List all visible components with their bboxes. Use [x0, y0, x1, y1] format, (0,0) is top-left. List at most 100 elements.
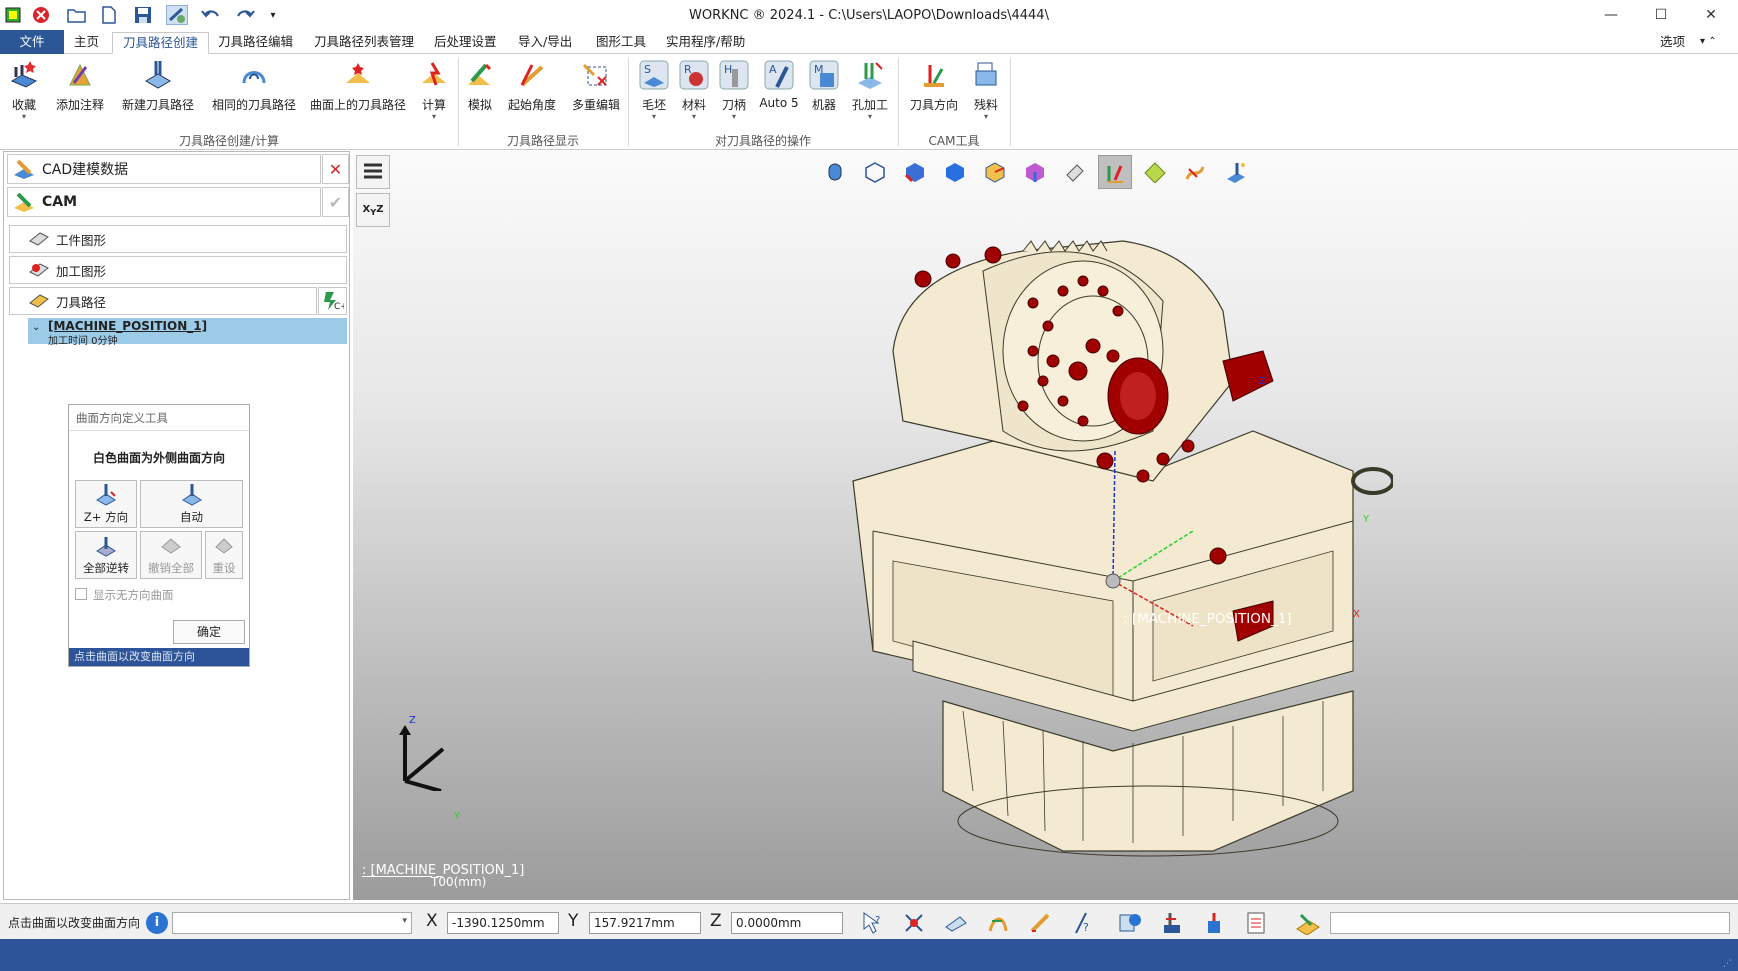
- open-folder-icon[interactable]: [66, 5, 88, 25]
- reverse-all-button[interactable]: 全部逆转: [75, 531, 137, 579]
- select-query-icon[interactable]: ?: [858, 909, 886, 937]
- start-angle-icon: [515, 58, 549, 92]
- same-toolpath-button[interactable]: 相同的刀具路径: [208, 58, 300, 130]
- tool-holder-icon[interactable]: [1200, 909, 1228, 937]
- machine-tool-icon[interactable]: [1158, 909, 1186, 937]
- help-slash-icon[interactable]: ?: [1068, 909, 1096, 937]
- ok-button[interactable]: 确定: [173, 620, 245, 644]
- new-file-icon[interactable]: [98, 5, 120, 25]
- options-menu[interactable]: 选项: [1660, 32, 1685, 54]
- x-coord-field[interactable]: -1390.1250mm: [447, 912, 559, 934]
- 3d-viewport[interactable]: XYZ Z Y X: [MACHINE_POSITION_1] Z Y: […: [353, 151, 1738, 900]
- info-icon[interactable]: i: [146, 912, 168, 934]
- view-solid-cube-icon[interactable]: [938, 155, 972, 189]
- curve-tool-icon[interactable]: [984, 909, 1012, 937]
- tab-toolpath-list[interactable]: 刀具路径列表管理: [304, 32, 424, 54]
- new-toolpath-quick-button[interactable]: C+: [318, 287, 347, 315]
- show-unoriented-checkbox[interactable]: [75, 588, 87, 600]
- y-coord-field[interactable]: 157.9217mm: [589, 912, 701, 934]
- tree-item-toolpath[interactable]: 刀具路径: [9, 287, 317, 315]
- start-angle-label: 起始角度: [507, 98, 556, 112]
- remaining-stock-button[interactable]: 残料 ▾: [968, 58, 1004, 130]
- report-icon[interactable]: [1242, 909, 1270, 937]
- undo-icon[interactable]: [200, 5, 222, 25]
- tab-toolpath-create[interactable]: 刀具路径创建: [112, 32, 210, 54]
- tab-import-export[interactable]: 导入/导出: [508, 32, 582, 54]
- svg-text:?: ?: [1083, 921, 1089, 934]
- cad-close-button[interactable]: ✕: [322, 154, 349, 184]
- favorites-button[interactable]: 收藏 ▾: [4, 58, 44, 130]
- reset-button[interactable]: 重设: [205, 531, 243, 579]
- tab-utilities-help[interactable]: 实用程序/帮助: [656, 32, 755, 54]
- resize-grip-icon[interactable]: ⋰: [1723, 959, 1732, 969]
- tab-postprocess[interactable]: 后处理设置: [424, 32, 507, 54]
- collapse-chevron-icon[interactable]: ⌄: [32, 322, 40, 333]
- view-color-cube-icon[interactable]: [1018, 155, 1052, 189]
- cam-confirm-button[interactable]: ✔: [322, 187, 349, 217]
- tab-home[interactable]: 主页: [64, 32, 109, 54]
- undo-all-button[interactable]: 撤销全部: [140, 531, 202, 579]
- ribbon-collapse-icon[interactable]: ▾ ⌃: [1700, 32, 1717, 54]
- tree-item-machine-position[interactable]: ⌄ [MACHINE_POSITION_1] 加工时间 0分钟: [28, 318, 347, 347]
- auto-direction-button[interactable]: 自动: [140, 480, 243, 528]
- minimize-button[interactable]: —: [1586, 0, 1636, 30]
- z-coord-field[interactable]: 0.0000mm: [731, 912, 843, 934]
- view-shaded-cube-icon[interactable]: [978, 155, 1012, 189]
- tree-item-machining-geometry[interactable]: 加工图形: [9, 256, 347, 284]
- tab-file[interactable]: 文件: [0, 30, 64, 54]
- tab-graphic-tools[interactable]: 图形工具: [586, 32, 656, 54]
- tool-direction-icon: [917, 58, 951, 92]
- machine-button[interactable]: M 机器: [806, 58, 842, 130]
- redo-icon[interactable]: [234, 5, 256, 25]
- surface-toolpath-label: 曲面上的刀具路径: [309, 98, 406, 112]
- close-file-icon[interactable]: [30, 5, 52, 25]
- model-info-icon[interactable]: [1116, 909, 1144, 937]
- save-icon[interactable]: [132, 5, 154, 25]
- hole-machining-label: 孔加工: [851, 98, 888, 112]
- measure-icon[interactable]: [942, 909, 970, 937]
- new-toolpath-button[interactable]: 新建刀具路径: [120, 58, 196, 130]
- surface-toolpath-button[interactable]: 曲面上的刀具路径: [308, 58, 408, 130]
- toolpath-settings-icon[interactable]: [166, 5, 188, 25]
- add-annotation-button[interactable]: 添加注释: [52, 58, 108, 130]
- message-field[interactable]: [1330, 912, 1730, 934]
- z-plus-direction-button[interactable]: Z+ 方向: [75, 480, 137, 528]
- view-eraser-icon[interactable]: [1058, 155, 1092, 189]
- command-dropdown[interactable]: ▾: [172, 912, 412, 934]
- calculate-button[interactable]: 计算 ▾: [414, 58, 454, 130]
- pen-tool-icon[interactable]: [1026, 909, 1054, 937]
- cam-header[interactable]: CAM: [7, 187, 321, 217]
- view-tool-icon[interactable]: [1218, 155, 1252, 189]
- view-menu-button[interactable]: [356, 155, 390, 189]
- hole-machining-button[interactable]: 孔加工 ▾: [848, 58, 892, 130]
- stock-button[interactable]: S 毛坯 ▾: [636, 58, 672, 130]
- view-surface-icon[interactable]: [1138, 155, 1172, 189]
- axis-view-button[interactable]: XYZ: [356, 193, 390, 227]
- tree-item-workpiece[interactable]: 工件图形: [9, 225, 347, 253]
- multi-edit-button[interactable]: 多重编辑: [570, 58, 622, 130]
- machine-model[interactable]: [833, 231, 1393, 871]
- start-angle-button[interactable]: 起始角度: [506, 58, 558, 130]
- remaining-stock-icon: [969, 58, 1003, 92]
- title-bar: ▾ WORKNC ® 2024.1 - C:\Users\LAOPO\Downl…: [0, 0, 1738, 30]
- cad-data-header[interactable]: CAD建模数据: [7, 154, 321, 184]
- tool-direction-button[interactable]: 刀具方向: [906, 58, 962, 130]
- view-wire-cube-icon[interactable]: [858, 155, 892, 189]
- holder-button[interactable]: H 刀柄 ▾: [716, 58, 752, 130]
- point-pick-icon[interactable]: [900, 909, 928, 937]
- simulate-button[interactable]: 模拟: [462, 58, 498, 130]
- close-button[interactable]: ✕: [1686, 0, 1736, 30]
- toolpath-status-icon[interactable]: [1294, 909, 1322, 937]
- customize-quick-access-icon[interactable]: ▾: [262, 5, 284, 25]
- cam-label: CAM: [42, 194, 78, 210]
- svg-text:C+: C+: [334, 302, 344, 310]
- view-path-icon[interactable]: [1178, 155, 1212, 189]
- view-direction-toggle-icon[interactable]: [1098, 155, 1132, 189]
- auto5-button[interactable]: A Auto 5: [756, 58, 802, 130]
- view-section-cube-icon[interactable]: [898, 155, 932, 189]
- view-cylinder-icon[interactable]: [818, 155, 852, 189]
- new-toolpath-icon: [141, 58, 175, 92]
- material-button[interactable]: R 材料 ▾: [676, 58, 712, 130]
- maximize-button[interactable]: ☐: [1636, 0, 1686, 30]
- tab-toolpath-edit[interactable]: 刀具路径编辑: [208, 32, 303, 54]
